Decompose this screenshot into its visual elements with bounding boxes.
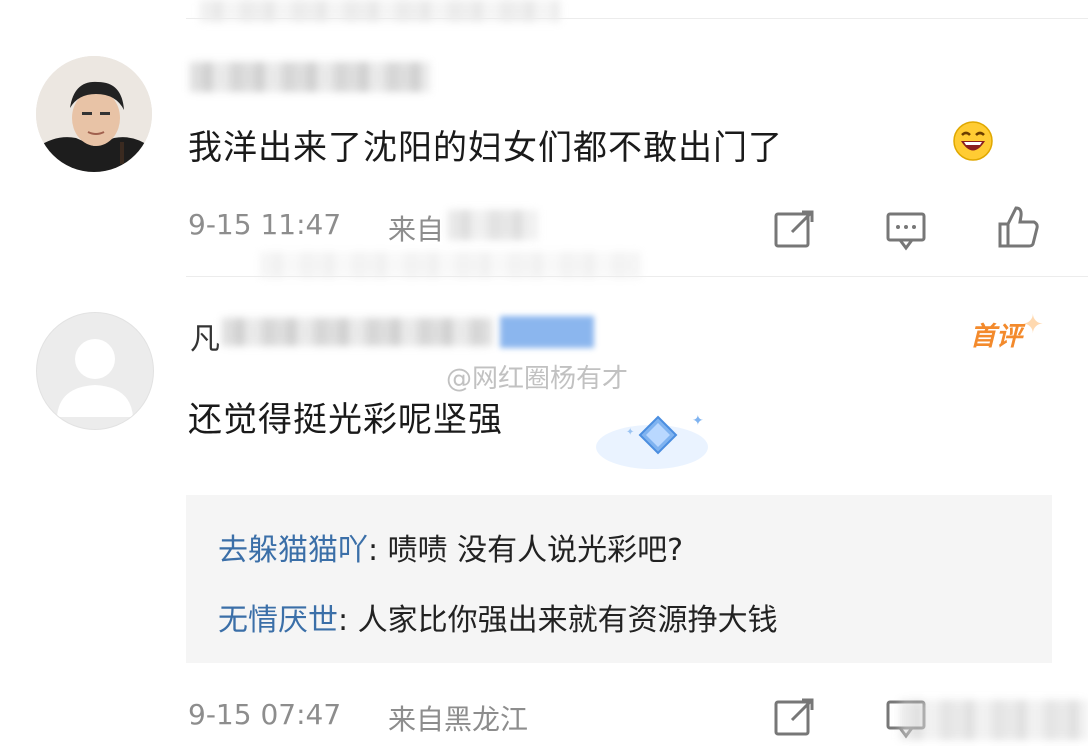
comment-divider bbox=[186, 276, 1088, 277]
reply-text: : 啧啧 没有人说光彩吧? bbox=[368, 533, 684, 568]
comment-text: 我洋出来了沈阳的妇女们都不敢出门了 bbox=[188, 128, 783, 168]
replies-box[interactable]: 去躲猫猫吖: 啧啧 没有人说光彩吧? 无情厌世: 人家比你强出来就有资源挣大钱 bbox=[186, 495, 1052, 663]
mid-blur bbox=[260, 252, 640, 278]
default-user-icon bbox=[57, 339, 133, 417]
like-icon[interactable] bbox=[994, 202, 1042, 250]
avatar[interactable] bbox=[36, 56, 152, 172]
default-avatar[interactable] bbox=[36, 312, 154, 430]
comment-date: 9-15 07:47 bbox=[188, 698, 342, 731]
username-redacted bbox=[222, 318, 492, 346]
vip-tag-redacted bbox=[500, 316, 594, 348]
top-divider bbox=[186, 18, 1088, 19]
reply-text: : 人家比你强出来就有资源挣大钱 bbox=[338, 603, 778, 638]
reply-item[interactable]: 去躲猫猫吖: 啧啧 没有人说光彩吧? bbox=[218, 525, 683, 569]
username-initial: 凡 bbox=[190, 322, 220, 357]
username-redacted bbox=[190, 62, 430, 92]
laughing-face-icon bbox=[953, 121, 993, 161]
reply-item[interactable]: 无情厌世: 人家比你强出来就有资源挣大钱 bbox=[218, 595, 778, 639]
reply-icon[interactable] bbox=[882, 206, 930, 254]
first-comment-badge: 首评 bbox=[970, 322, 1023, 352]
reply-author[interactable]: 去躲猫猫吖 bbox=[218, 533, 368, 568]
svg-text:✦: ✦ bbox=[626, 427, 634, 438]
star-icon: ✦ bbox=[1022, 310, 1044, 340]
share-icon[interactable] bbox=[770, 206, 818, 254]
comment-source: 来自黑龙江 bbox=[388, 703, 529, 736]
comment-source: 来自 bbox=[388, 213, 445, 246]
comment-text: 还觉得挺光彩呢坚强 bbox=[188, 400, 503, 440]
diamond-decoration-icon: ✦ ✦ bbox=[596, 413, 708, 469]
comment-date: 9-15 11:47 bbox=[188, 208, 342, 241]
svg-text:✦: ✦ bbox=[692, 413, 704, 429]
user-photo-icon bbox=[36, 56, 152, 172]
source-redacted bbox=[448, 210, 538, 240]
bottom-watermark-redacted bbox=[900, 700, 1088, 740]
reply-author[interactable]: 无情厌世 bbox=[218, 603, 338, 638]
share-icon[interactable] bbox=[770, 694, 818, 742]
